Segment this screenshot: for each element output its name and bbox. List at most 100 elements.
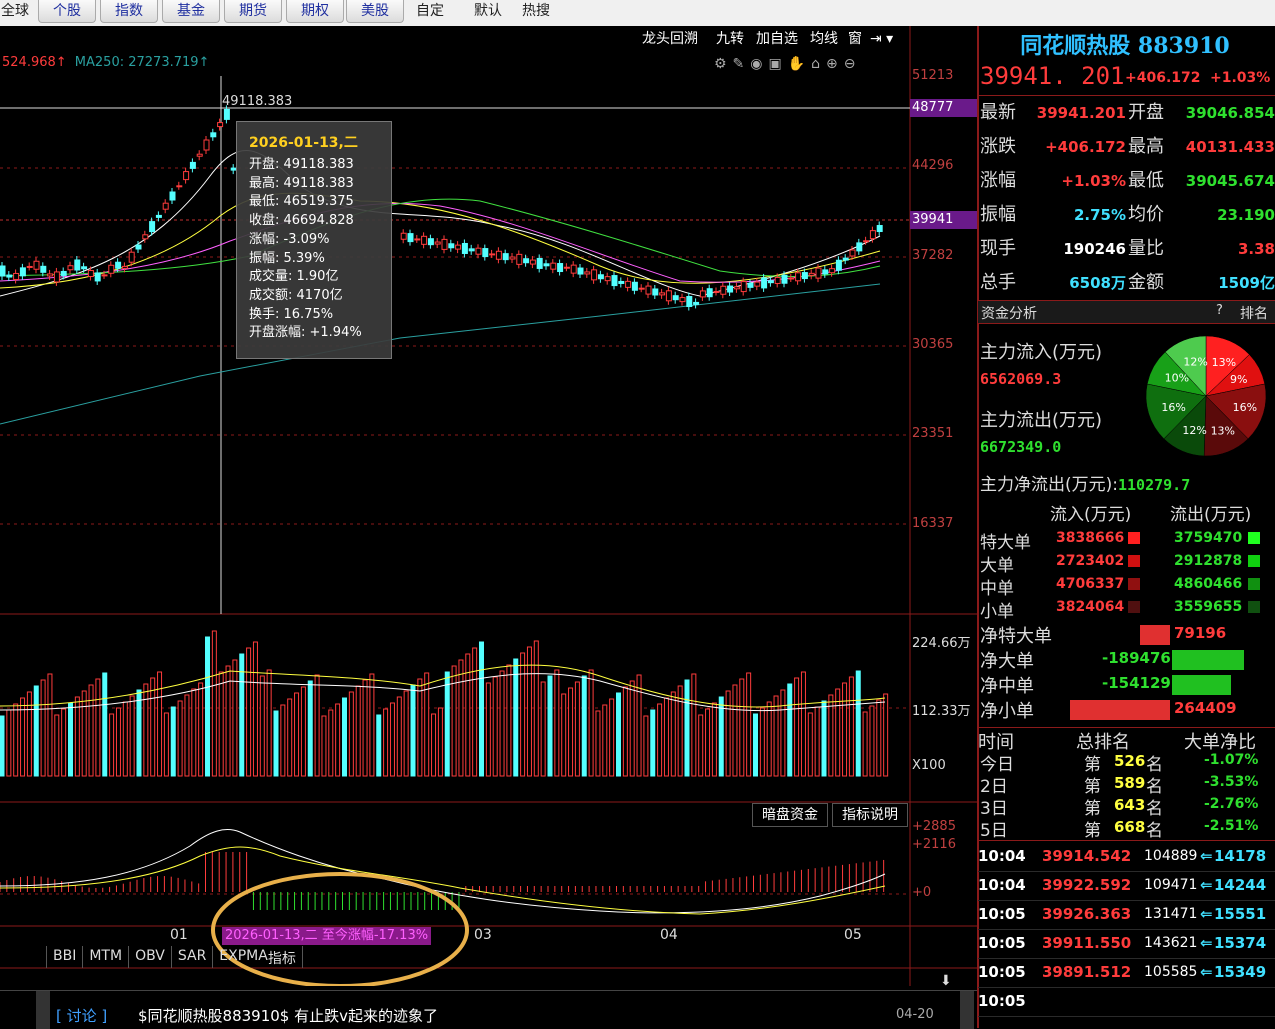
indicator-tab-expma[interactable]: EXPMA [213,946,268,968]
indicator-help-button[interactable]: 指标说明 [832,803,908,827]
tab-custom[interactable]: 自定 [408,0,452,22]
candle-body [115,261,122,269]
volume-bar [437,707,443,777]
volume-bar [431,713,437,777]
candle-body [863,240,870,243]
quote-label: 总手 [980,272,1016,293]
tab-index[interactable]: 指数 [100,0,158,23]
candle-body [441,238,448,250]
tick-row: 10:05 39911.550 143621 ⇐ 15374 [978,930,1275,959]
scrollbar-right[interactable] [960,991,974,1029]
candle-body [815,267,822,279]
candle-body [829,268,836,274]
indicator-tab-more[interactable]: 指标 [268,946,303,968]
candle-body [434,241,441,245]
quote-value: 40131.433 [1185,138,1275,156]
tab-options[interactable]: 期权 [286,0,344,23]
candle-body [516,253,523,265]
volume-bar [170,706,176,777]
volume-bar [129,695,135,777]
price-axis-label: 16337 [912,516,954,531]
volume-bar [622,686,628,777]
volume-bar [314,674,320,777]
volume-bar [677,685,683,777]
volume-bar [136,689,142,777]
volume-bar [81,690,87,777]
volume-bar [794,677,800,777]
volume-bar [670,691,676,777]
price-axis-current: 39941 [910,211,978,229]
candle-body [842,257,849,261]
volume-bar [157,671,163,777]
tab-hot[interactable]: 热搜 [514,0,558,22]
tab-stocks[interactable]: 个股 [38,0,96,23]
net-flow-row: 净小单 264409 [980,699,1237,722]
tab-default[interactable]: 默认 [466,0,510,22]
tab-futures[interactable]: 期货 [224,0,282,23]
price-change-pct: +1.03% [1210,70,1271,86]
scroll-down-icon[interactable]: ⬇ [940,973,952,989]
volume-bar [362,679,368,777]
volume-bar [383,708,389,777]
tick-row: 10:04 39922.592 109471 ⇐ 14244 [978,872,1275,901]
candle-body [529,259,536,265]
volume-bar [513,658,519,777]
candle-body [461,242,468,254]
funds-help-button[interactable]: ? [1216,303,1223,318]
volume-bar [0,715,5,777]
order-row: 特大单 3838666 3759470 [978,528,1275,553]
volume-bar [211,630,217,777]
volume-bar [753,713,758,777]
candle-body [421,235,428,245]
news-bar: ⬇ [ 讨论 ] $同花顺热股883910$ 有止跌v起来的迹象了 04-20 [0,973,977,1029]
candle-body [407,233,414,243]
indicator-tab-obv[interactable]: OBV [129,946,172,968]
volume-bars [0,630,889,777]
candle-body [591,269,598,281]
candle-body [400,232,407,240]
candle-body [183,171,190,181]
tab-us-stocks[interactable]: 美股 [346,0,404,23]
indicator-tab-mtm[interactable]: MTM [83,946,130,968]
fund-flow-pie: 13%9%16%13%12%16%10%12% [1145,335,1267,457]
volume-bar [47,673,53,777]
candle-body [155,214,162,218]
rank-row: 3日 第 643 名 -2.76% [980,796,1259,819]
main-chart-svg [0,26,977,986]
volume-bar [540,681,546,777]
funds-rank-button[interactable]: 排名 [1240,303,1268,323]
tab-global[interactable]: 全球 [0,0,30,22]
candle-body [455,244,462,250]
quote-value: 23.190 [1217,206,1275,224]
candle-body [686,296,693,308]
macd-histogram [0,852,885,910]
volume-bar [300,686,306,777]
news-text[interactable]: $同花顺热股883910$ 有止跌v起来的迹象了 [138,1005,438,1026]
candle-body [523,258,530,264]
price-change: +406.172 [1125,70,1201,86]
net-flow-row: 净大单 -189476 [978,647,1275,672]
volume-bar [766,701,772,777]
indicator-tab-bbi[interactable]: BBI [47,946,84,968]
tab-fund[interactable]: 基金 [162,0,220,23]
volume-bar [369,673,375,777]
news-tag[interactable]: [ 讨论 ] [56,1005,107,1026]
volume-bar [348,691,354,777]
volume-bar [205,636,210,777]
volume-bar [705,708,711,777]
dark-pool-funds-button[interactable]: 暗盘资金 [752,803,828,827]
volume-bar [396,696,402,777]
candle-body [74,259,81,271]
news-date: 04-20 [896,1007,934,1022]
volume-axis-label: 112.33万 [912,704,971,719]
main-outflow-label: 主力流出(万元) [980,410,1103,431]
volume-bar [595,710,601,777]
net-flow-row: 净中单 -154129 [978,672,1275,697]
macd-axis-label: +2116 [912,837,956,852]
volume-bar [88,684,94,777]
indicator-tab-sar[interactable]: SAR [172,946,214,968]
candle-body [550,262,557,270]
candle-body [427,238,434,246]
candle-body [611,275,618,287]
scrollbar[interactable] [36,991,50,1029]
